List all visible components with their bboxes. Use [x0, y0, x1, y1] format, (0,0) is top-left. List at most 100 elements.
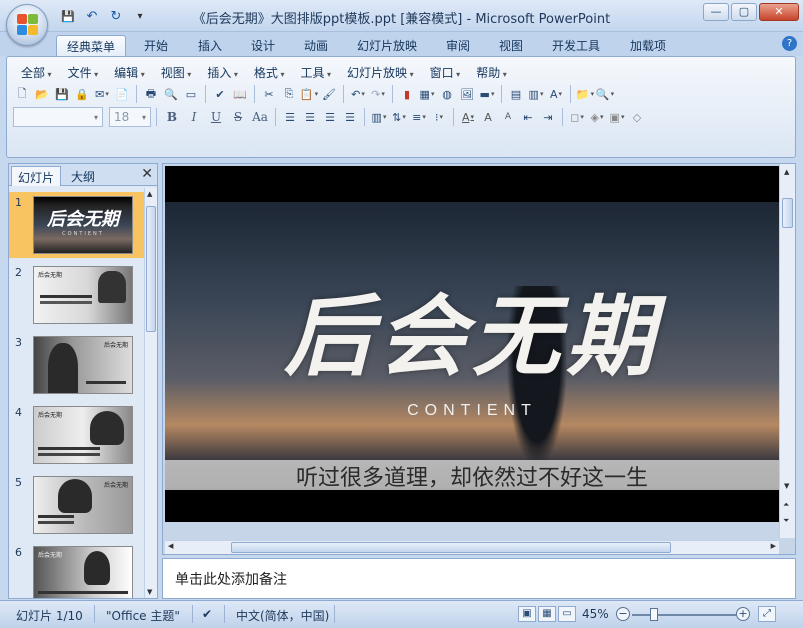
table-icon[interactable]: ▦	[418, 85, 436, 103]
tab-animation[interactable]: 动画	[294, 35, 338, 56]
publish-icon[interactable]: 📄	[113, 85, 131, 103]
new-icon[interactable]: 🗋	[13, 85, 31, 103]
scrollbar-thumb[interactable]	[782, 198, 793, 228]
chart-icon[interactable]: ▮	[398, 85, 416, 103]
zoom-in-icon[interactable]: +	[736, 607, 750, 621]
bullets-icon[interactable]: ⁝	[430, 108, 448, 126]
close-icon[interactable]: ✕	[141, 166, 153, 182]
menu-tools[interactable]: 工具	[292, 63, 339, 82]
slide-thumbnail-2[interactable]: 2 后会无期	[9, 262, 145, 328]
print-preview-icon[interactable]: 🔍	[162, 85, 180, 103]
align-center-icon[interactable]: ☰	[301, 108, 319, 126]
slideshow-view-icon[interactable]: ▭	[558, 606, 576, 622]
slide-thumbnail-6[interactable]: 6 后会无期	[9, 542, 145, 598]
notes-pane[interactable]: 单击此处添加备注	[162, 558, 796, 599]
slide-sorter-icon[interactable]: ▦	[538, 606, 556, 622]
bold-button[interactable]: B	[162, 108, 182, 126]
zoom-slider-track[interactable]	[632, 614, 736, 616]
current-slide[interactable]: 后会无期 CONTIENT 听过很多道理，却依然过不好这一生	[165, 166, 779, 522]
slide-title[interactable]: 后会无期	[165, 266, 779, 393]
layout-icon[interactable]: ▥	[527, 85, 545, 103]
slide-caption[interactable]: 听过很多道理，却依然过不好这一生	[165, 460, 779, 492]
scroll-up-icon[interactable]: ▲	[784, 168, 789, 176]
shadow-button[interactable]: S	[228, 108, 248, 126]
spelling-icon[interactable]: ✔	[211, 85, 229, 103]
numbering-icon[interactable]: ≡	[410, 108, 428, 126]
scroll-up-icon[interactable]: ▲	[147, 190, 152, 198]
tab-view[interactable]: 视图	[489, 35, 533, 56]
notes-placeholder[interactable]: 单击此处添加备注	[175, 569, 287, 589]
fit-to-window-icon[interactable]: ⤢	[758, 606, 776, 622]
slide-vertical-scrollbar[interactable]: ▲ ▼ ⏶ ⏷	[779, 164, 795, 538]
folder-icon[interactable]: 📁	[576, 85, 594, 103]
menu-slideshow[interactable]: 幻灯片放映	[339, 63, 422, 82]
slide-thumbnail-5[interactable]: 5 后会无期	[9, 472, 145, 538]
next-slide-icon[interactable]: ⏷	[783, 516, 789, 526]
align-left-icon[interactable]: ☰	[281, 108, 299, 126]
language-status[interactable]: 中文(简体，中国)	[236, 607, 329, 624]
zoom-icon[interactable]: 🔍	[596, 85, 614, 103]
underline-button[interactable]: U	[206, 108, 226, 126]
shrink-font-icon[interactable]: A	[499, 108, 517, 126]
scrollbar-thumb[interactable]	[231, 542, 671, 553]
paste-icon[interactable]: 📋	[300, 85, 318, 103]
format-painter-icon[interactable]: 🖌	[320, 85, 338, 103]
permission-icon[interactable]: 🔒	[73, 85, 91, 103]
print-icon[interactable]: 🖶	[142, 85, 160, 103]
cut-icon[interactable]: ✂	[260, 85, 278, 103]
slide-subtitle[interactable]: CONTIENT	[165, 402, 779, 420]
textbox-icon[interactable]: A	[547, 85, 565, 103]
spellcheck-icon[interactable]: ✔	[202, 607, 212, 621]
zoom-out-icon[interactable]: −	[616, 607, 630, 621]
minimize-button[interactable]: —	[703, 3, 729, 21]
slide-thumbnail-1[interactable]: 1 后会无期 CONTIENT	[9, 192, 145, 258]
increase-indent-icon[interactable]: ⇥	[539, 108, 557, 126]
fill-icon[interactable]: ◇	[628, 108, 646, 126]
font-color-icon[interactable]: A	[459, 108, 477, 126]
menu-window[interactable]: 窗口	[422, 63, 469, 82]
tab-home[interactable]: 开始	[134, 35, 178, 56]
tab-review[interactable]: 审阅	[436, 35, 480, 56]
zoom-slider-handle[interactable]	[650, 608, 658, 621]
scroll-right-icon[interactable]: ▶	[771, 542, 776, 550]
slide-color-icon[interactable]: ▬	[478, 85, 496, 103]
columns-icon[interactable]: ▥	[370, 108, 388, 126]
tab-slides[interactable]: 幻灯片	[11, 166, 62, 186]
slide-thumbnail-4[interactable]: 4 后会无期	[9, 402, 145, 468]
justify-icon[interactable]: ☰	[341, 108, 359, 126]
tab-classic-menu[interactable]: 经典菜单	[56, 35, 127, 56]
tab-addins[interactable]: 加载项	[620, 35, 676, 56]
previous-slide-icon[interactable]: ⏶	[783, 500, 789, 510]
help-icon[interactable]: ?	[782, 36, 797, 51]
menu-edit[interactable]: 编辑	[106, 63, 153, 82]
print-layout-icon[interactable]: ▭	[182, 85, 200, 103]
clipart-icon[interactable]: ◍	[438, 85, 456, 103]
research-icon[interactable]: 📖	[231, 85, 249, 103]
menu-view[interactable]: 视图	[153, 63, 200, 82]
undo-toolbar-icon[interactable]: ↶	[349, 85, 367, 103]
tab-slideshow[interactable]: 幻灯片放映	[347, 35, 427, 56]
font-name-select[interactable]: ▾	[13, 107, 103, 127]
arrange-icon[interactable]: ◈	[588, 108, 606, 126]
scrollbar-thumb[interactable]	[146, 206, 156, 332]
scroll-down-icon[interactable]: ▼	[147, 588, 152, 596]
slide-thumbnail-3[interactable]: 3 后会无期	[9, 332, 145, 398]
quick-styles-icon[interactable]: ▣	[608, 108, 626, 126]
redo-toolbar-icon[interactable]: ↷	[369, 85, 387, 103]
font-size-select[interactable]: 18 ▾	[109, 107, 151, 127]
tab-design[interactable]: 设计	[241, 35, 285, 56]
slide-horizontal-scrollbar[interactable]: ◀ ▶	[165, 540, 779, 554]
new-slide-icon[interactable]: ▤	[507, 85, 525, 103]
menu-help[interactable]: 帮助	[468, 63, 515, 82]
save-file-icon[interactable]: 💾	[53, 85, 71, 103]
slides-panel-scrollbar[interactable]: ▲ ▼	[144, 188, 157, 598]
tab-developer[interactable]: 开发工具	[542, 35, 610, 56]
scroll-left-icon[interactable]: ◀	[168, 542, 173, 550]
copy-icon[interactable]: ⎘	[280, 85, 298, 103]
email-icon[interactable]: ✉	[93, 85, 111, 103]
zoom-level[interactable]: 45%	[582, 607, 609, 621]
tab-insert[interactable]: 插入	[188, 35, 232, 56]
close-button[interactable]: ✕	[759, 3, 799, 21]
italic-button[interactable]: I	[184, 108, 204, 126]
office-button[interactable]	[6, 4, 48, 46]
